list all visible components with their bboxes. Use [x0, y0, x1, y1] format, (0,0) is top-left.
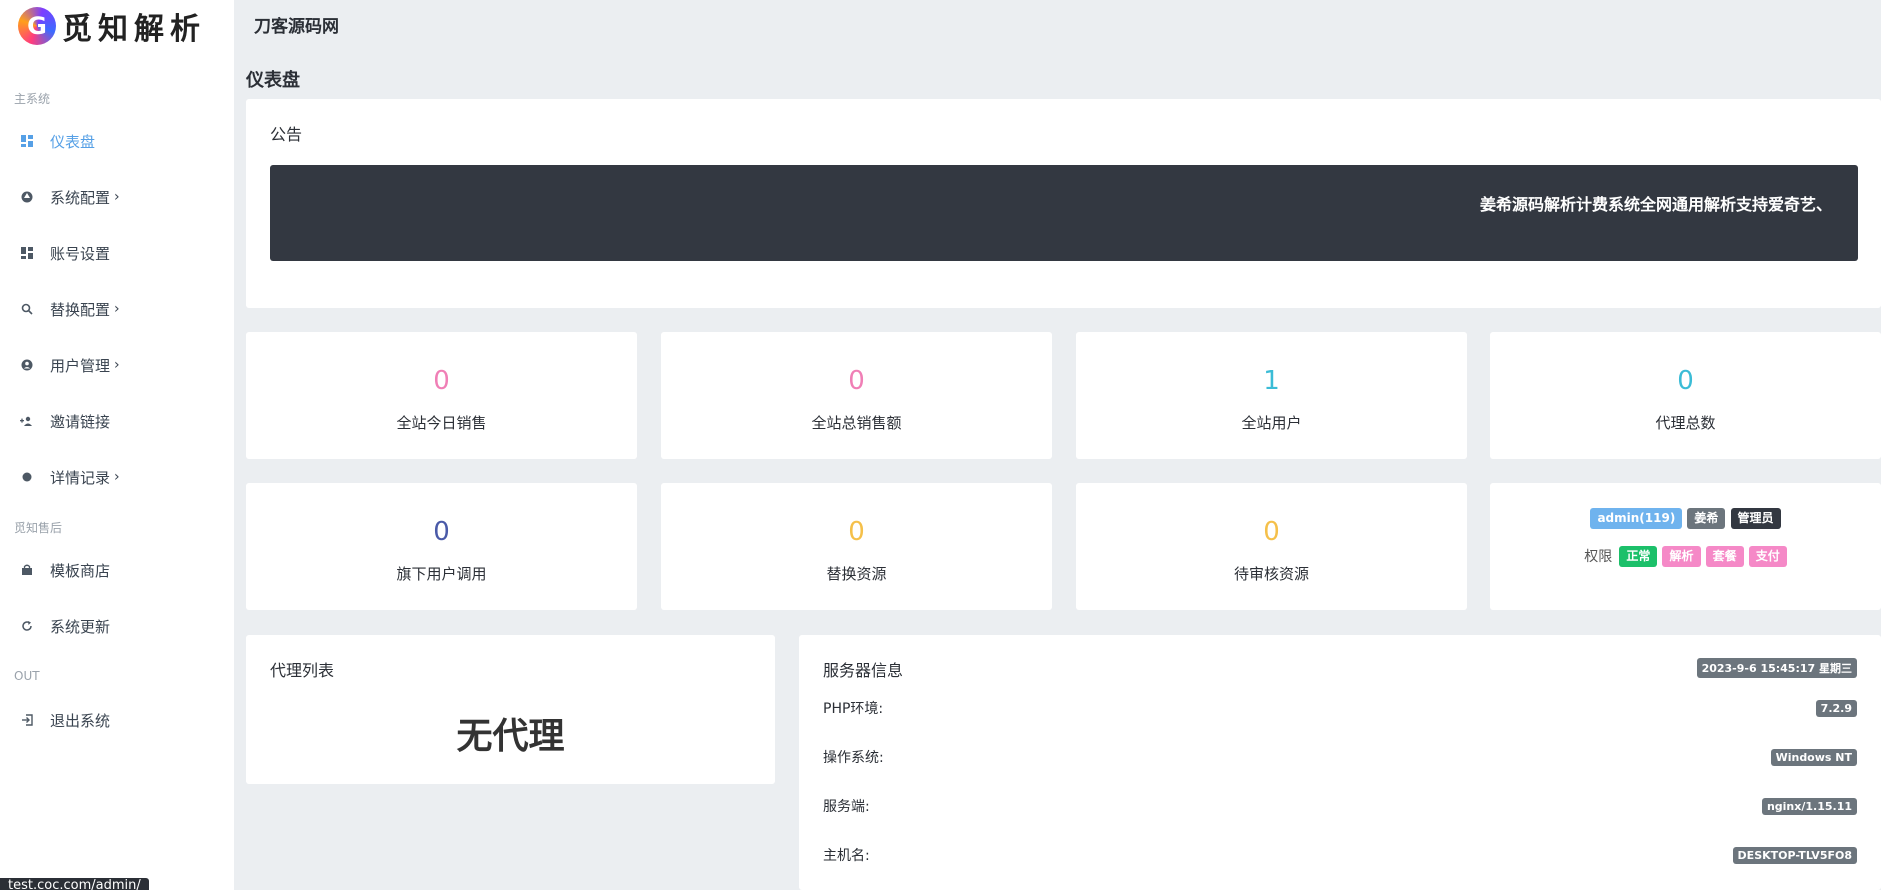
refresh-icon: [20, 619, 34, 633]
bag-icon: [20, 563, 34, 577]
brand-name: 觅知解析: [62, 12, 206, 47]
account-badges: admin(119) 姜希 管理员: [1490, 507, 1881, 529]
stat-card-today-sales: 0 全站今日销售: [246, 332, 637, 459]
stat-card-agent-count: 0 代理总数: [1490, 332, 1881, 459]
page-title: 仪表盘: [246, 70, 300, 91]
agent-list-empty: 无代理: [456, 716, 565, 757]
sidebar-item-label: 模板商店: [50, 561, 111, 580]
server-row-key: 主机名:: [823, 848, 870, 864]
server-row-key: 操作系统:: [823, 750, 884, 766]
sidebar-item-detail-records[interactable]: 详情记录 ›: [0, 457, 234, 497]
permission-label: 权限: [1584, 548, 1613, 565]
server-row-os: 操作系统: Windows NT: [823, 746, 1857, 768]
stat-label: 待审核资源: [1233, 565, 1309, 583]
stat-value: 0: [848, 366, 865, 396]
dot-icon: [20, 470, 34, 484]
chevron-right-icon: ›: [114, 189, 120, 205]
notice-box: 姜希源码解析计费系统全网通用解析支持爱奇艺、: [270, 165, 1858, 261]
role-badge: 管理员: [1730, 508, 1781, 529]
logout-icon: [20, 713, 34, 727]
user-badge: admin(119): [1590, 508, 1683, 529]
stat-card-sub-user-calls: 0 旗下用户调用: [246, 483, 637, 610]
stat-label: 旗下用户调用: [396, 565, 487, 583]
sidebar-item-system-config[interactable]: 系统配置 ›: [0, 177, 234, 217]
sidebar-item-logout[interactable]: 退出系统: [0, 700, 234, 740]
chevron-right-icon: ›: [114, 357, 120, 373]
sidebar-item-label: 退出系统: [50, 711, 111, 730]
invite-icon: [20, 414, 34, 428]
sidebar-item-system-update[interactable]: 系统更新: [0, 606, 234, 646]
agent-list-card: 代理列表 无代理: [246, 635, 775, 784]
sidebar-section-out: OUT: [14, 669, 40, 683]
server-row-server: 服务端: nginx/1.15.11: [823, 795, 1857, 817]
notice-title: 公告: [270, 125, 303, 144]
sidebar-item-replace-config[interactable]: 替换配置 ›: [0, 289, 234, 329]
chevron-right-icon: ›: [114, 469, 120, 485]
stat-card-pending-resources: 0 待审核资源: [1076, 483, 1467, 610]
site-name[interactable]: 刀客源码网: [254, 12, 339, 37]
server-row-hostname: 主机名: DESKTOP-TLV5FO8: [823, 844, 1857, 866]
stat-label: 替换资源: [826, 565, 887, 583]
notice-card: 公告 姜希源码解析计费系统全网通用解析支持爱奇艺、: [246, 99, 1881, 308]
server-row-key: 服务端:: [823, 799, 870, 815]
sidebar-item-label: 详情记录: [50, 468, 111, 487]
search-icon: [20, 302, 34, 316]
grid-icon: [20, 246, 34, 260]
settings-icon: [20, 190, 34, 204]
server-info-title: 服务器信息: [823, 661, 904, 680]
server-row-value: Windows NT: [1770, 748, 1857, 766]
sidebar-item-label: 系统配置: [50, 188, 111, 207]
stat-card-replace-resources: 0 替换资源: [661, 483, 1052, 610]
server-time-badge: 2023-9-6 15:45:17 星期三: [1696, 658, 1857, 678]
server-row-value: nginx/1.15.11: [1761, 797, 1857, 815]
logo[interactable]: G 觅知解析: [18, 6, 206, 47]
sidebar-item-user-management[interactable]: 用户管理 ›: [0, 345, 234, 385]
perm-badge-parse: 解析: [1662, 546, 1701, 567]
sidebar-item-label: 用户管理: [50, 356, 111, 375]
sidebar-item-label: 系统更新: [50, 617, 111, 636]
dashboard-icon: [20, 134, 34, 148]
account-card: admin(119) 姜希 管理员 权限 正常 解析 套餐 支付: [1490, 483, 1881, 610]
sidebar-item-dashboard[interactable]: 仪表盘: [0, 121, 234, 161]
server-row-value: 7.2.9: [1815, 699, 1857, 717]
sidebar-item-label: 替换配置: [50, 300, 111, 319]
sidebar-item-invite-link[interactable]: 邀请链接: [0, 401, 234, 441]
server-row-key: PHP环境:: [823, 701, 884, 717]
sidebar-section-main: 主系统: [14, 92, 51, 106]
server-row-php: PHP环境: 7.2.9: [823, 697, 1857, 719]
stat-label: 全站今日销售: [396, 414, 487, 432]
stat-value: 0: [848, 517, 865, 547]
sidebar-item-label: 邀请链接: [50, 412, 111, 431]
stat-card-total-users: 1 全站用户: [1076, 332, 1467, 459]
stat-value: 0: [1677, 366, 1694, 396]
stat-value: 0: [433, 366, 450, 396]
stat-label: 全站用户: [1241, 414, 1302, 432]
name-badge: 姜希: [1687, 508, 1726, 529]
stat-label: 代理总数: [1655, 414, 1716, 432]
server-row-value: DESKTOP-TLV5FO8: [1732, 846, 1857, 864]
perm-badge-package: 套餐: [1705, 546, 1744, 567]
sidebar: G 觅知解析 主系统 仪表盘 系统配置 › 账号设置 替换配置 › 用户管理 ›: [0, 0, 234, 890]
user-icon: [20, 358, 34, 372]
server-info-card: 服务器信息 2023-9-6 15:45:17 星期三 PHP环境: 7.2.9…: [799, 635, 1881, 890]
stat-value: 0: [1263, 517, 1280, 547]
sidebar-item-template-store[interactable]: 模板商店: [0, 550, 234, 590]
logo-icon: G: [18, 7, 56, 45]
stat-value: 0: [433, 517, 450, 547]
sidebar-section-aftersales: 觅知售后: [14, 521, 63, 535]
sidebar-item-label: 仪表盘: [50, 132, 96, 151]
perm-badge-normal: 正常: [1619, 546, 1658, 567]
server-time-row: 2023-9-6 15:45:17 星期三: [1696, 657, 1857, 679]
stat-card-total-sales: 0 全站总销售额: [661, 332, 1052, 459]
stat-value: 1: [1263, 366, 1280, 396]
stat-label: 全站总销售额: [811, 414, 902, 432]
chevron-right-icon: ›: [114, 301, 120, 317]
notice-marquee-text: 姜希源码解析计费系统全网通用解析支持爱奇艺、: [1479, 195, 1832, 214]
permission-badges: 权限 正常 解析 套餐 支付: [1490, 545, 1881, 567]
sidebar-item-account-settings[interactable]: 账号设置: [0, 233, 234, 273]
status-bar-url: test.coc.com/admin/: [0, 878, 149, 890]
sidebar-item-label: 账号设置: [50, 244, 111, 263]
agent-list-title: 代理列表: [270, 661, 335, 680]
perm-badge-payment: 支付: [1748, 546, 1787, 567]
